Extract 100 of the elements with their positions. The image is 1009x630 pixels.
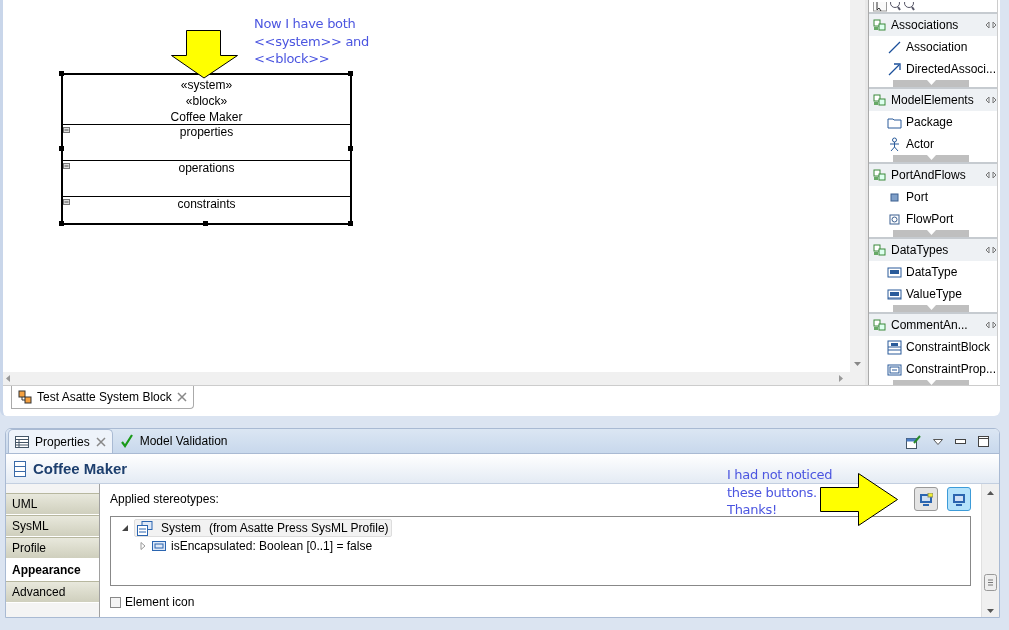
drawer-icon xyxy=(873,319,886,331)
pointer-icon[interactable] xyxy=(873,2,887,12)
selection-handle[interactable] xyxy=(59,71,64,76)
palette-drawer-header[interactable]: CommentAn... xyxy=(869,312,997,336)
category-tab[interactable]: SysML xyxy=(6,515,99,537)
horizontal-scrollbar[interactable] xyxy=(3,372,865,385)
pin-editor-icon[interactable] xyxy=(906,434,921,449)
palette-item[interactable]: ValueType xyxy=(869,283,997,305)
checkbox-label: Element icon xyxy=(125,595,195,609)
block-icon xyxy=(14,460,26,477)
checkmark-icon xyxy=(119,433,134,448)
selection-handle[interactable] xyxy=(59,146,64,151)
collapse-icon[interactable] xyxy=(63,127,70,133)
port-icon xyxy=(887,211,902,227)
collapse-icon[interactable] xyxy=(63,163,70,169)
scroll-thumb[interactable] xyxy=(984,574,997,591)
constraint-block-icon xyxy=(887,339,902,355)
collapse-icon[interactable] xyxy=(63,199,70,205)
pin-icon[interactable] xyxy=(985,21,997,29)
zoom-in-icon[interactable] xyxy=(889,2,901,12)
pin-icon[interactable] xyxy=(985,96,997,104)
stereotype-label: «system» xyxy=(180,77,233,93)
scroll-up-icon[interactable] xyxy=(987,491,994,495)
scroll-right-icon xyxy=(839,375,843,382)
palette-item[interactable]: Port xyxy=(869,186,997,208)
category-tab[interactable]: Advanced xyxy=(6,581,99,603)
valuetype-icon xyxy=(887,286,902,302)
checkbox[interactable] xyxy=(110,596,121,608)
pin-icon[interactable] xyxy=(985,171,997,179)
palette-item[interactable]: DataType xyxy=(869,261,997,283)
annotation-text: Now I have both <<system>> and <<block>> xyxy=(254,15,369,68)
selection-handle[interactable] xyxy=(348,71,353,76)
palette-drawer-header[interactable]: PortAndFlows xyxy=(869,162,997,186)
compartment-label: operations xyxy=(178,161,235,175)
editor-tab-label: Test Asatte System Block xyxy=(37,390,172,404)
selection-handle[interactable] xyxy=(348,221,353,226)
stereotype-name: System xyxy=(161,521,201,535)
palette-item[interactable]: ConstraintProp... xyxy=(869,358,997,380)
category-tab[interactable]: UML xyxy=(6,493,99,515)
palette-drawer-header[interactable]: Associations xyxy=(869,12,997,36)
view-menu-icon[interactable] xyxy=(933,438,943,445)
stereotype-node[interactable]: System (from Asatte Press SysML Profile) xyxy=(134,519,392,537)
selection-handle[interactable] xyxy=(59,221,64,226)
attribute-label: isEncapsulated: Boolean [0..1] = false xyxy=(171,539,373,553)
scroll-left-icon xyxy=(6,375,10,382)
drawer-title: CommentAn... xyxy=(891,318,969,332)
palette-drawer-header[interactable]: DataTypes xyxy=(869,237,997,261)
minimize-icon[interactable] xyxy=(955,439,966,444)
drawer-icon xyxy=(873,19,886,31)
pin-icon[interactable] xyxy=(985,246,997,254)
pin-icon[interactable] xyxy=(985,321,997,329)
table-icon xyxy=(15,434,29,449)
palette-item[interactable]: FlowPort xyxy=(869,208,997,230)
selection-handle[interactable] xyxy=(203,221,208,226)
drawer-icon xyxy=(873,244,886,256)
category-tab[interactable]: Appearance xyxy=(6,559,99,581)
toggle-button[interactable] xyxy=(947,487,971,511)
datatype-icon xyxy=(887,264,902,280)
monitor-icon xyxy=(919,492,933,506)
close-icon[interactable] xyxy=(176,392,187,402)
collapsed-icon[interactable] xyxy=(139,542,147,550)
stereotype-label: «block» xyxy=(185,93,228,109)
annotation-text: I had not noticed these buttons. Thanks! xyxy=(727,466,833,519)
palette-item[interactable]: ConstraintBlock xyxy=(869,336,997,358)
drawer-title: Associations xyxy=(891,18,960,32)
vertical-scrollbar[interactable] xyxy=(850,0,865,372)
drawer-title: DataTypes xyxy=(891,243,950,257)
drawer-title: PortAndFlows xyxy=(891,168,967,182)
scroll-down-icon xyxy=(854,362,861,366)
compartment-label: properties xyxy=(179,125,234,139)
expanded-icon[interactable] xyxy=(121,524,129,532)
attribute-icon xyxy=(152,541,166,551)
category-tab[interactable]: Profile xyxy=(6,537,99,559)
selection-handle[interactable] xyxy=(348,146,353,151)
zoom-out-icon[interactable] xyxy=(903,2,915,12)
close-icon[interactable] xyxy=(95,436,106,447)
palette-item[interactable]: Package xyxy=(869,111,997,133)
arrow-icon xyxy=(887,61,902,77)
palette-item[interactable]: Association xyxy=(869,36,997,58)
stick-figure-icon xyxy=(887,136,902,152)
maximize-icon[interactable] xyxy=(978,436,989,447)
constraint-property-icon xyxy=(887,361,902,377)
view-tab[interactable]: Model Validation xyxy=(112,429,235,453)
drawer-icon xyxy=(873,94,886,106)
palette-item[interactable]: DirectedAssoci... xyxy=(869,58,997,80)
monitor-icon xyxy=(952,492,966,506)
diagram-icon xyxy=(18,390,32,404)
editor-tab[interactable]: Test Asatte System Block xyxy=(11,386,194,409)
view-tab[interactable]: Properties xyxy=(8,429,113,453)
drawer-title: ModelElements xyxy=(891,93,975,107)
palette-drawer-header[interactable]: ModelElements xyxy=(869,87,997,111)
stereotype-icon xyxy=(137,520,153,536)
scroll-down-icon[interactable] xyxy=(987,609,994,613)
drawer-icon xyxy=(873,169,886,181)
selection-title: Coffee Maker xyxy=(33,460,128,477)
line-icon xyxy=(887,39,902,55)
compartment-label: constraints xyxy=(177,197,236,211)
profile-source: (from Asatte Press SysML Profile) xyxy=(209,521,389,535)
toggle-button[interactable] xyxy=(914,487,938,511)
palette-item[interactable]: Actor xyxy=(869,133,997,155)
